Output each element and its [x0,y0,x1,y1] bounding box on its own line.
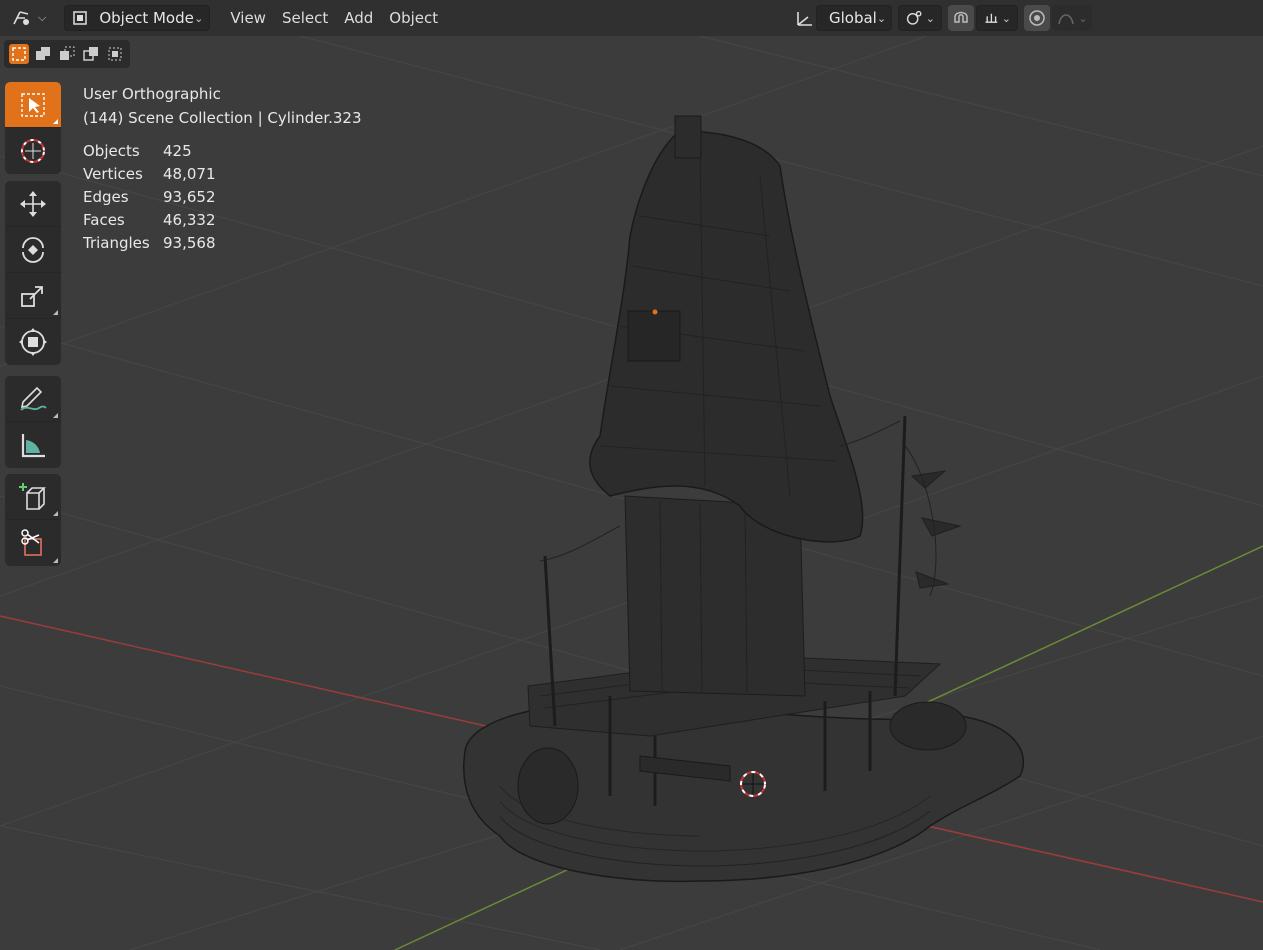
stat-objects: Objects 425 [83,140,362,163]
select-new-button[interactable] [9,44,29,64]
snap-increment-icon [985,13,998,23]
stat-label: Edges [83,188,129,206]
select-subtract-button[interactable] [57,44,77,64]
cursor-tool[interactable] [5,128,61,174]
falloff-curve-icon [1058,14,1075,25]
scale-tool[interactable] [5,273,61,319]
selection-mode-strip [4,40,130,68]
toolbar-transform-group [5,181,61,365]
pencil-icon [20,386,47,411]
toolbar-select-group [5,82,61,174]
snap-toggle[interactable] [948,5,974,31]
3d-cursor-tool-icon [21,139,45,163]
move-tool[interactable] [5,181,61,227]
chevron-down-icon: ⌄ [876,11,887,25]
select-cursor-icon [21,92,45,117]
proportional-editing-toggle[interactable] [1024,5,1050,31]
stat-value: 93,568 [163,234,216,252]
select-box-tool[interactable] [5,82,61,128]
annotate-tool[interactable] [5,376,61,422]
object-mode-icon [73,11,88,25]
stat-label: Vertices [83,165,143,183]
menu-select[interactable]: Select [274,5,336,31]
select-invert-icon [83,47,98,61]
select-intersect-button[interactable] [105,44,125,64]
select-intersect-icon [108,47,122,61]
select-invert-button[interactable] [81,44,101,64]
orientation-label: Global [829,9,877,27]
blender-window: ⌵ Object Mode ⌄ View Select Add Object G… [0,0,1263,950]
pivot-point-icon [906,10,922,25]
stat-label: Objects [83,142,140,160]
stat-value: 46,332 [163,211,216,229]
snap-target-dropdown[interactable]: ⌄ [976,5,1018,31]
select-subtract-icon [60,46,75,60]
transform-tool[interactable] [5,319,61,365]
orientation-icon [797,12,812,26]
measure-tool[interactable] [5,422,61,468]
toolbar-add-group [5,474,61,566]
stat-label: Faces [83,211,125,229]
viewport-text-overlay: User Orthographic (144) Scene Collection… [83,82,362,255]
transform-icon [19,328,47,356]
chevron-down-icon: ⌄ [925,11,935,25]
ruler-icon [21,434,45,458]
magnet-icon [954,11,968,23]
menu-add[interactable]: Add [336,5,381,31]
menu-view[interactable]: View [222,5,274,31]
stat-vertices: Vertices 48,071 [83,163,362,186]
rotate-tool[interactable] [5,227,61,273]
collection-info: (144) Scene Collection | Cylinder.323 [83,109,362,127]
stat-triangles: Triangles 93,568 [83,232,362,255]
scale-icon [21,285,43,307]
global-dropdown[interactable]: Global ⌄ [816,5,892,31]
viewport-header: ⌵ Object Mode ⌄ View Select Add Object G… [0,0,1263,36]
menu-object[interactable]: Object [381,5,446,31]
object-mode-dropdown[interactable]: Object Mode ⌄ [64,5,211,31]
toolbar-annotate-group [5,376,61,468]
stat-value: 93,652 [163,188,216,206]
pivot-point-dropdown[interactable]: ⌄ [898,5,942,31]
chevron-down-icon: ⌄ [194,11,204,25]
chevron-down-icon: ⌵ [38,11,47,24]
chevron-down-icon: ⌄ [1078,11,1088,25]
view-name: User Orthographic [83,85,221,103]
select-extend-button[interactable] [33,44,53,64]
stat-value: 48,071 [163,165,216,183]
add-cube-tool[interactable] [5,474,61,520]
stat-edges: Edges 93,652 [83,186,362,209]
editor-type-button[interactable]: ⌵ [6,5,50,31]
rotate-icon [22,236,44,263]
3d-viewport-icon [13,11,29,25]
stat-faces: Faces 46,332 [83,209,362,232]
falloff-dropdown[interactable]: ⌄ [1052,5,1092,31]
stat-label: Triangles [83,234,150,252]
knife-tool[interactable] [5,520,61,566]
stat-value: 425 [163,142,192,160]
select-extend-icon [36,47,50,60]
move-arrows-icon [20,190,46,217]
select-new-icon [12,47,26,61]
object-mode-label: Object Mode [99,9,194,27]
3d-cursor-icon[interactable] [740,771,766,797]
scene-statistics: Objects 425 Vertices 48,071 Edges 93,652… [83,140,362,255]
add-cube-icon [19,482,46,510]
scissors-icon [21,529,42,556]
wireframe-model[interactable] [463,115,1025,883]
proportional-editing-icon [1029,10,1045,26]
chevron-down-icon: ⌄ [1001,11,1011,25]
